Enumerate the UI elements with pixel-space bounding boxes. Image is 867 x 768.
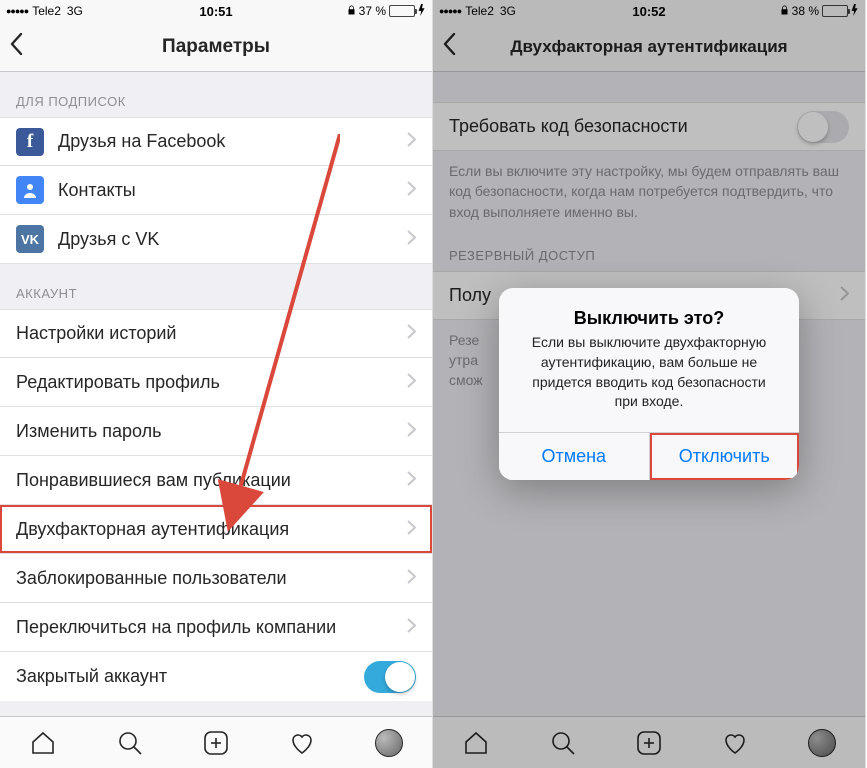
- page-title: Параметры: [40, 36, 422, 58]
- chevron-right-icon: [407, 131, 416, 152]
- chevron-right-icon: [407, 617, 416, 638]
- screenshot-settings: ●●●●● Tele2 3G 10:51 37 % Параметры ДЛЯ …: [0, 0, 433, 768]
- row-switch-business[interactable]: Переключиться на профиль компании: [0, 603, 432, 652]
- chevron-right-icon: [407, 180, 416, 201]
- network-label: 3G: [67, 4, 83, 18]
- row-label: Заблокированные пользователи: [16, 568, 407, 589]
- row-private-account[interactable]: Закрытый аккаунт: [0, 652, 432, 701]
- chevron-right-icon: [407, 421, 416, 442]
- chevron-right-icon: [407, 568, 416, 589]
- section-header-account: АККАУНТ: [0, 264, 432, 309]
- chevron-right-icon: [407, 229, 416, 250]
- row-blocked-users[interactable]: Заблокированные пользователи: [0, 554, 432, 603]
- chevron-right-icon: [407, 323, 416, 344]
- row-edit-profile[interactable]: Редактировать профиль: [0, 358, 432, 407]
- row-liked-posts[interactable]: Понравившиеся вам публикации: [0, 456, 432, 505]
- activity-tab[interactable]: [288, 729, 316, 757]
- chevron-right-icon: [407, 372, 416, 393]
- settings-list[interactable]: ДЛЯ ПОДПИСОК f Друзья на Facebook Контак…: [0, 72, 432, 716]
- row-label: Редактировать профиль: [16, 372, 407, 393]
- row-label: Переключиться на профиль компании: [16, 617, 407, 638]
- cancel-button[interactable]: Отмена: [499, 433, 650, 480]
- row-label: Настройки историй: [16, 323, 407, 344]
- avatar-icon: [375, 729, 403, 757]
- alert-title: Выключить это?: [499, 288, 799, 333]
- new-post-tab[interactable]: [202, 729, 230, 757]
- row-label: Контакты: [58, 180, 407, 201]
- tab-bar: [0, 716, 432, 768]
- row-label: Изменить пароль: [16, 421, 407, 442]
- disable-button[interactable]: Отключить: [650, 433, 800, 480]
- home-tab[interactable]: [29, 729, 57, 757]
- signal-dots: ●●●●●: [6, 6, 28, 16]
- chevron-right-icon: [407, 470, 416, 491]
- battery-percent: 37 %: [359, 4, 386, 18]
- row-facebook-friends[interactable]: f Друзья на Facebook: [0, 117, 432, 166]
- private-account-toggle[interactable]: [364, 661, 416, 693]
- search-tab[interactable]: [116, 729, 144, 757]
- row-label: Закрытый аккаунт: [16, 666, 364, 687]
- row-vk-friends[interactable]: VK Друзья с VK: [0, 215, 432, 264]
- carrier-label: Tele2: [32, 4, 61, 18]
- contacts-icon: [16, 176, 44, 204]
- charging-icon: [418, 4, 426, 19]
- alert-buttons: Отмена Отключить: [499, 432, 799, 480]
- row-label: Понравившиеся вам публикации: [16, 470, 407, 491]
- row-story-settings[interactable]: Настройки историй: [0, 309, 432, 358]
- row-change-password[interactable]: Изменить пароль: [0, 407, 432, 456]
- nav-bar: Параметры: [0, 22, 432, 72]
- row-contacts[interactable]: Контакты: [0, 166, 432, 215]
- status-bar: ●●●●● Tele2 3G 10:51 37 %: [0, 0, 432, 22]
- confirm-disable-alert: Выключить это? Если вы выключите двухфак…: [499, 288, 799, 479]
- facebook-icon: f: [16, 128, 44, 156]
- lock-icon: [347, 4, 356, 19]
- chevron-right-icon: [407, 519, 416, 540]
- row-label: Двухфакторная аутентификация: [16, 519, 407, 540]
- profile-tab[interactable]: [375, 729, 403, 757]
- alert-message: Если вы выключите двухфакторную аутентиф…: [499, 333, 799, 431]
- section-header-subscriptions: ДЛЯ ПОДПИСОК: [0, 72, 432, 117]
- row-two-factor-auth[interactable]: Двухфакторная аутентификация: [0, 505, 432, 554]
- back-button[interactable]: [10, 33, 40, 60]
- clock-label: 10:51: [199, 4, 232, 19]
- row-label: Друзья на Facebook: [58, 131, 407, 152]
- row-label: Друзья с VK: [58, 229, 407, 250]
- alert-backdrop: Выключить это? Если вы выключите двухфак…: [433, 0, 865, 768]
- battery-icon: [389, 5, 415, 17]
- vk-icon: VK: [16, 225, 44, 253]
- screenshot-2fa: ●●●●● Tele2 3G 10:52 38 % Двухфакторная …: [433, 0, 866, 768]
